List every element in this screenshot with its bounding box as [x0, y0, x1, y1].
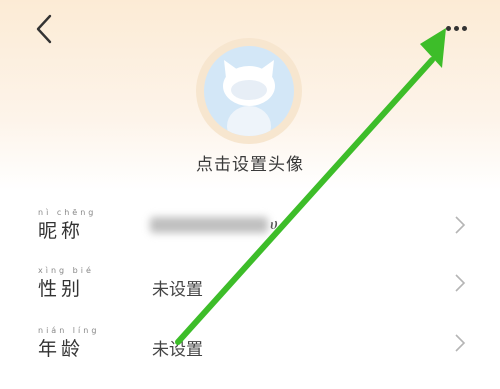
field-label-text: 昵称 [38, 220, 85, 242]
chevron-right-icon [455, 216, 466, 234]
field-pinyin: nì chēng [38, 208, 97, 217]
back-chevron-icon[interactable] [30, 12, 60, 46]
cat-mascot-icon [223, 60, 275, 136]
avatar-caption[interactable]: 点击设置头像 [150, 150, 350, 175]
more-options-icon[interactable] [440, 20, 474, 38]
field-pinyin: nián líng [38, 326, 100, 335]
chevron-right-icon [455, 334, 466, 352]
field-label-age: nián líng 年龄 [38, 325, 99, 361]
avatar [204, 46, 294, 136]
field-label-gender: xìng bié 性别 [38, 265, 94, 301]
field-label-text: 性别 [38, 278, 85, 300]
age-value: 未设置 [152, 340, 203, 360]
gender-value: 未设置 [152, 280, 203, 300]
field-row-gender[interactable]: xìng bié 性别 未设置 [0, 253, 500, 311]
field-label-text: 年龄 [38, 338, 85, 360]
field-pinyin: xìng bié [38, 266, 94, 275]
field-label-nickname: nì chēng 昵称 [38, 207, 96, 243]
field-row-nickname[interactable]: nì chēng 昵称 ሀ [0, 195, 500, 253]
nickname-value-tail: ሀ [270, 215, 278, 233]
field-row-age[interactable]: nián líng 年龄 未设置 [0, 313, 500, 371]
chevron-right-icon [455, 274, 466, 292]
avatar-button[interactable] [196, 38, 302, 144]
nickname-value-blurred [150, 217, 268, 233]
